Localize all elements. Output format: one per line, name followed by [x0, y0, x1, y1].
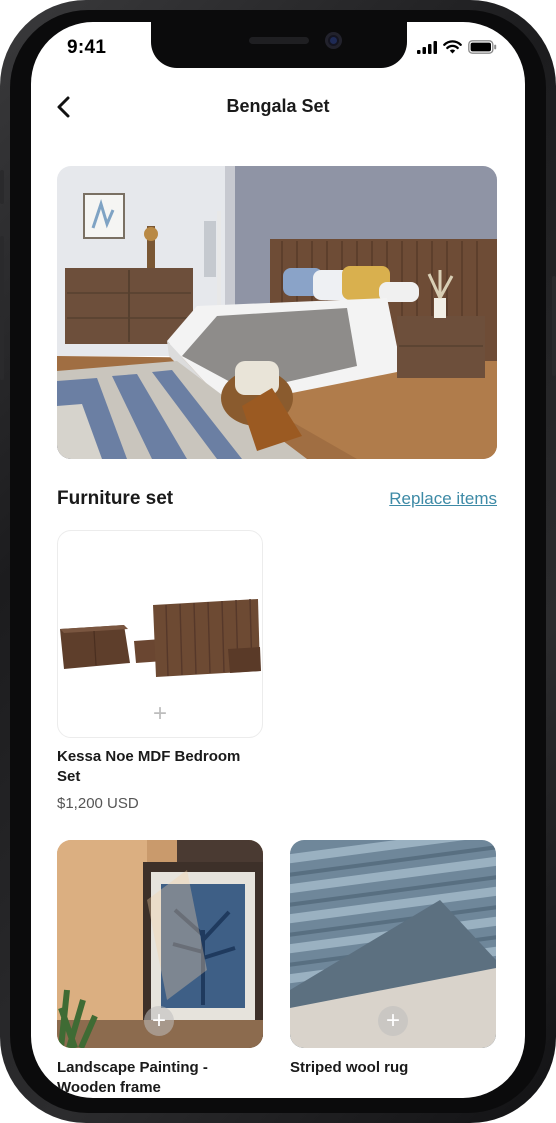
product-card-image[interactable]: + — [57, 840, 263, 1048]
status-icons — [417, 40, 497, 54]
plus-icon: + — [151, 1007, 166, 1034]
product-name: Striped wool rug — [290, 1059, 409, 1076]
mute-switch — [0, 170, 4, 204]
front-camera — [325, 32, 342, 49]
status-time: 9:41 — [67, 37, 107, 58]
product-name: Kessa Noe MDF Bedroom Set — [57, 748, 241, 785]
add-to-set-button[interactable]: + — [144, 1006, 174, 1036]
product-card-image[interactable]: + — [290, 840, 496, 1048]
wifi-icon — [443, 40, 462, 54]
hero-image — [57, 166, 497, 459]
add-to-set-button[interactable]: + — [378, 1006, 408, 1036]
app-screen: 9:41 Bengala Set Furniture set Replace i… — [31, 22, 525, 1098]
section-title: Furniture set — [57, 488, 174, 509]
product-name: Landscape Painting - Wooden frame — [57, 1059, 208, 1096]
product-card-image[interactable]: + — [57, 530, 263, 738]
notch — [151, 22, 407, 68]
page-title: Bengala Set — [226, 96, 330, 116]
battery-icon — [468, 40, 497, 54]
plus-icon: + — [385, 1007, 400, 1034]
device-frame: 9:41 Bengala Set Furniture set Replace i… — [0, 0, 556, 1123]
speaker-grille — [249, 37, 309, 44]
power-button — [552, 276, 556, 376]
plus-icon: + — [152, 700, 167, 727]
add-to-set-button[interactable]: + — [145, 699, 175, 729]
replace-items-link[interactable]: Replace items — [389, 489, 497, 509]
volume-up-button — [0, 236, 4, 300]
signal-icon — [417, 40, 437, 54]
product-price: $1,200 USD — [57, 795, 139, 812]
volume-down-button — [0, 316, 4, 380]
